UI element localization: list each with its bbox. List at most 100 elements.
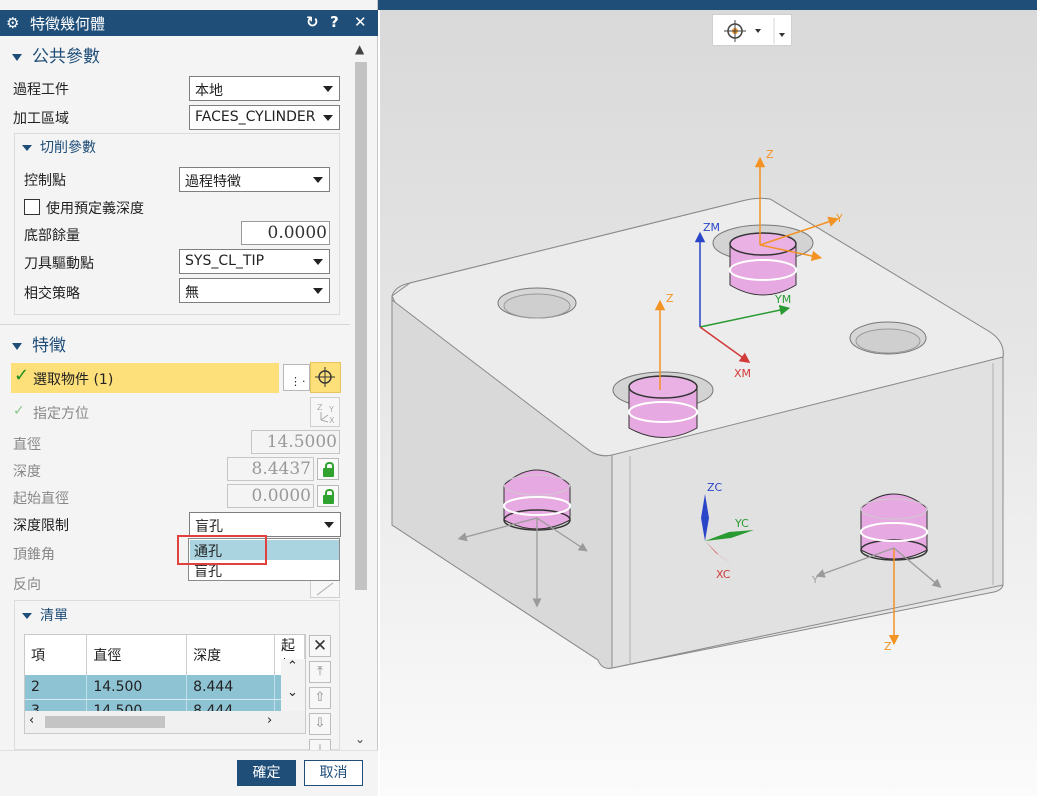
machining-area-select[interactable]: FACES_CYLINDER xyxy=(189,105,340,130)
dialog-title: 特徵幾何體 xyxy=(30,15,106,33)
scrollbar-thumb[interactable] xyxy=(45,716,165,728)
bottom-stock-input[interactable]: 0.0000 xyxy=(241,221,330,245)
control-point-value: 過程特徵 xyxy=(185,174,241,190)
ok-button[interactable]: 確定 xyxy=(237,760,296,786)
svg-text:Y: Y xyxy=(328,405,334,414)
orientation-button[interactable]: ZYX xyxy=(310,397,340,427)
collapse-icon xyxy=(12,342,22,350)
snap-point-icon[interactable] xyxy=(713,15,793,47)
machining-area-value: FACES_CYLINDER xyxy=(195,109,316,125)
gear-icon[interactable]: ⚙ xyxy=(6,14,19,32)
reverse-icon xyxy=(316,582,334,596)
table-cell: 2 xyxy=(25,675,88,700)
annotation-highlight-box xyxy=(177,535,267,565)
control-point-select[interactable]: 過程特徵 xyxy=(179,167,330,192)
chevron-up-icon[interactable]: ⌃ xyxy=(287,659,298,674)
chevron-down-icon xyxy=(323,86,333,92)
depth-limit-select[interactable]: 盲孔 xyxy=(189,512,341,537)
section-common-params-label: 公共參數 xyxy=(32,47,100,67)
move-up-icon[interactable]: ⇧ xyxy=(309,687,331,709)
diameter-label: 直徑 xyxy=(13,437,41,453)
control-point-label: 控制點 xyxy=(24,173,66,189)
intersection-strategy-select[interactable]: 無 xyxy=(179,278,330,303)
column-header[interactable]: 直徑 xyxy=(86,635,188,675)
reverse-direction-button[interactable] xyxy=(310,578,340,598)
chevron-down-icon xyxy=(313,259,323,265)
use-predefined-depth-checkbox[interactable] xyxy=(24,199,40,215)
depth-input[interactable]: 8.4437 xyxy=(227,457,314,481)
svg-text:Z: Z xyxy=(317,403,323,412)
select-object-row[interactable]: ✓ 選取物件 (1) xyxy=(11,363,279,393)
use-predefined-depth-label: 使用預定義深度 xyxy=(46,201,144,217)
column-header[interactable]: 項 xyxy=(25,635,88,675)
chevron-right-icon[interactable]: › xyxy=(267,713,272,728)
chevron-left-icon[interactable]: ‹ xyxy=(29,713,34,728)
section-divider xyxy=(0,324,350,325)
specify-orientation-label: 指定方位 xyxy=(33,406,89,422)
help-icon[interactable]: ? xyxy=(330,13,339,31)
section-cutting-params-label: 切削參數 xyxy=(40,140,96,156)
tool-drive-point-select[interactable]: SYS_CL_TIP xyxy=(179,249,330,274)
scroll-down-icon[interactable]: ⌄ xyxy=(355,732,365,746)
move-top-icon[interactable]: ⤒ xyxy=(309,661,331,683)
lock-icon[interactable] xyxy=(317,485,339,507)
diameter-input[interactable]: 14.5000 xyxy=(251,430,340,454)
reset-icon[interactable]: ↻ xyxy=(306,13,319,31)
table-row[interactable]: 2 14.500 8.444 xyxy=(25,675,305,700)
section-list-label: 清單 xyxy=(40,608,68,624)
process-workpiece-value: 本地 xyxy=(195,83,223,99)
checkmark-icon: ✓ xyxy=(14,365,30,386)
machining-area-label: 加工區域 xyxy=(13,111,69,127)
bottom-stock-label: 底部餘量 xyxy=(24,228,80,244)
process-workpiece-select[interactable]: 本地 xyxy=(189,76,340,101)
chevron-down-icon[interactable]: ⌄ xyxy=(287,685,298,700)
feature-list-table: 項 直徑 深度 起如 2 14.500 8.444 3 14.500 8.444 xyxy=(24,634,306,734)
lock-icon[interactable] xyxy=(317,458,339,480)
more-icon: ⋮· xyxy=(290,375,307,388)
dialog-titlebar: ⚙ 特徵幾何體 ↻ ? ✕ xyxy=(0,10,378,36)
table-cell: 8.444 xyxy=(186,675,276,700)
chevron-down-icon xyxy=(313,177,323,183)
tool-drive-point-value: SYS_CL_TIP xyxy=(185,253,265,269)
scrollbar-thumb[interactable] xyxy=(355,62,367,590)
collapse-icon xyxy=(12,53,22,61)
chevron-down-icon xyxy=(313,288,323,294)
scroll-up-icon[interactable]: ▲ xyxy=(355,42,364,56)
crosshair-icon xyxy=(315,367,335,387)
start-diameter-input[interactable]: 0.0000 xyxy=(227,484,314,508)
tip-angle-label: 頂錐角 xyxy=(13,547,55,563)
start-diameter-label: 起始直徑 xyxy=(13,491,69,507)
reverse-label: 反向 xyxy=(13,577,41,593)
depth-label: 深度 xyxy=(13,464,41,480)
chevron-down-icon xyxy=(324,522,334,528)
move-down-icon[interactable]: ⇩ xyxy=(309,713,331,735)
intersection-strategy-label: 相交策略 xyxy=(24,286,80,302)
table-cell: 14.500 xyxy=(86,675,188,700)
table-header-row: 項 直徑 深度 起如 xyxy=(25,635,305,675)
svg-text:X: X xyxy=(329,416,335,425)
section-common-params[interactable]: 公共參數 xyxy=(12,42,100,67)
depth-limit-value: 盲孔 xyxy=(195,519,223,535)
section-cutting-params[interactable]: 切削參數 xyxy=(22,137,96,157)
graphics-viewport[interactable] xyxy=(380,10,1037,796)
section-list[interactable]: 清單 xyxy=(22,605,68,625)
collapse-icon xyxy=(22,613,32,619)
table-vertical-scroll[interactable]: ⌃ ⌄ xyxy=(281,659,305,711)
checkmark-icon: ✓ xyxy=(13,403,25,419)
section-features[interactable]: 特徵 xyxy=(12,331,66,356)
delete-icon[interactable]: ✕ xyxy=(309,635,331,657)
table-horizontal-scroll[interactable]: ‹ › xyxy=(25,711,305,733)
section-features-label: 特徵 xyxy=(32,336,66,356)
cancel-button[interactable]: 取消 xyxy=(304,760,363,786)
select-feature-button[interactable] xyxy=(310,362,341,393)
column-header[interactable]: 深度 xyxy=(186,635,276,675)
snap-toolbar xyxy=(712,14,792,46)
chevron-down-icon xyxy=(323,115,333,121)
dialog-scrollbar[interactable]: ▲ ⌄ xyxy=(352,40,370,752)
close-icon[interactable]: ✕ xyxy=(354,13,367,31)
object-list-button[interactable]: ⋮· xyxy=(283,364,310,391)
depth-limit-label: 深度限制 xyxy=(13,518,69,534)
csys-icon: Z YX xyxy=(317,403,335,425)
dialog-footer: 確定 取消 xyxy=(0,750,378,796)
process-workpiece-label: 過程工件 xyxy=(13,82,69,98)
